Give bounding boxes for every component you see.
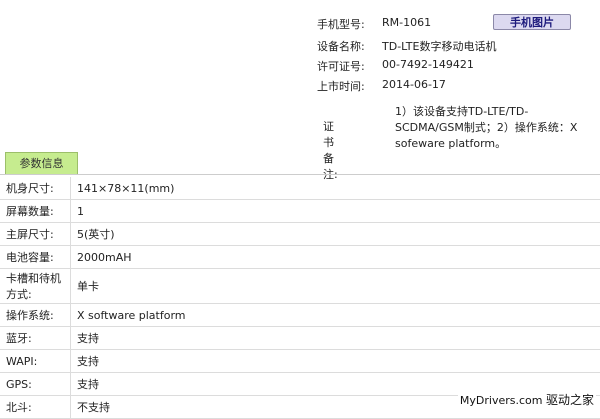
spec-table: 机身尺寸: 141×78×11(mm) 屏幕数量: 1 主屏尺寸: 5(英寸) … <box>0 177 600 419</box>
model-label: 手机型号: <box>317 16 377 32</box>
tab-divider <box>0 174 600 175</box>
spec-key-sim-slot: 卡槽和待机方式: <box>0 269 71 304</box>
table-row: 操作系统: X software platform <box>0 304 600 327</box>
spec-key-screen-size: 主屏尺寸: <box>0 223 71 246</box>
spec-value-bluetooth: 支持 <box>71 327 600 350</box>
table-row: 机身尺寸: 141×78×11(mm) <box>0 177 600 200</box>
spec-key-beidou: 北斗: <box>0 396 71 419</box>
table-row: 卡槽和待机方式: 单卡 <box>0 269 600 304</box>
release-value: 2014-06-17 <box>382 78 446 91</box>
spec-value-wapi: 支持 <box>71 350 600 373</box>
release-label: 上市时间: <box>317 78 377 94</box>
watermark: MyDrivers.com 驱动之家 <box>458 391 596 408</box>
table-row: 主屏尺寸: 5(英寸) <box>0 223 600 246</box>
spec-key-wapi: WAPI: <box>0 350 71 373</box>
phone-photo-button[interactable]: 手机图片 <box>493 14 571 30</box>
model-value: RM-1061 <box>382 16 431 29</box>
spec-value-screen-count: 1 <box>71 200 600 223</box>
spec-key-gps: GPS: <box>0 373 71 396</box>
spec-value-sim-slot: 单卡 <box>71 269 600 304</box>
device-name-label: 设备名称: <box>317 38 377 54</box>
spec-key-screen-count: 屏幕数量: <box>0 200 71 223</box>
remark-label: 证书备注: <box>323 118 338 182</box>
spec-key-os: 操作系统: <box>0 304 71 327</box>
watermark-cn: 驱动之家 <box>546 393 594 407</box>
device-name-value: TD-LTE数字移动电话机 <box>382 38 496 54</box>
table-row: WAPI: 支持 <box>0 350 600 373</box>
remark-value: 1）该设备支持TD-LTE/TD-SCDMA/GSM制式；2）操作系统：X so… <box>395 104 595 152</box>
spec-value-battery: 2000mAH <box>71 246 600 269</box>
spec-value-body-size: 141×78×11(mm) <box>71 177 600 200</box>
table-row: 屏幕数量: 1 <box>0 200 600 223</box>
license-label: 许可证号: <box>317 58 377 74</box>
spec-key-battery: 电池容量: <box>0 246 71 269</box>
table-row: 电池容量: 2000mAH <box>0 246 600 269</box>
spec-key-body-size: 机身尺寸: <box>0 177 71 200</box>
license-value: 00-7492-149421 <box>382 58 474 71</box>
watermark-site: MyDrivers.com <box>460 394 543 407</box>
tab-params-info[interactable]: 参数信息 <box>5 152 78 174</box>
spec-key-bluetooth: 蓝牙: <box>0 327 71 350</box>
table-row: 蓝牙: 支持 <box>0 327 600 350</box>
spec-value-os: X software platform <box>71 304 600 327</box>
spec-value-screen-size: 5(英寸) <box>71 223 600 246</box>
